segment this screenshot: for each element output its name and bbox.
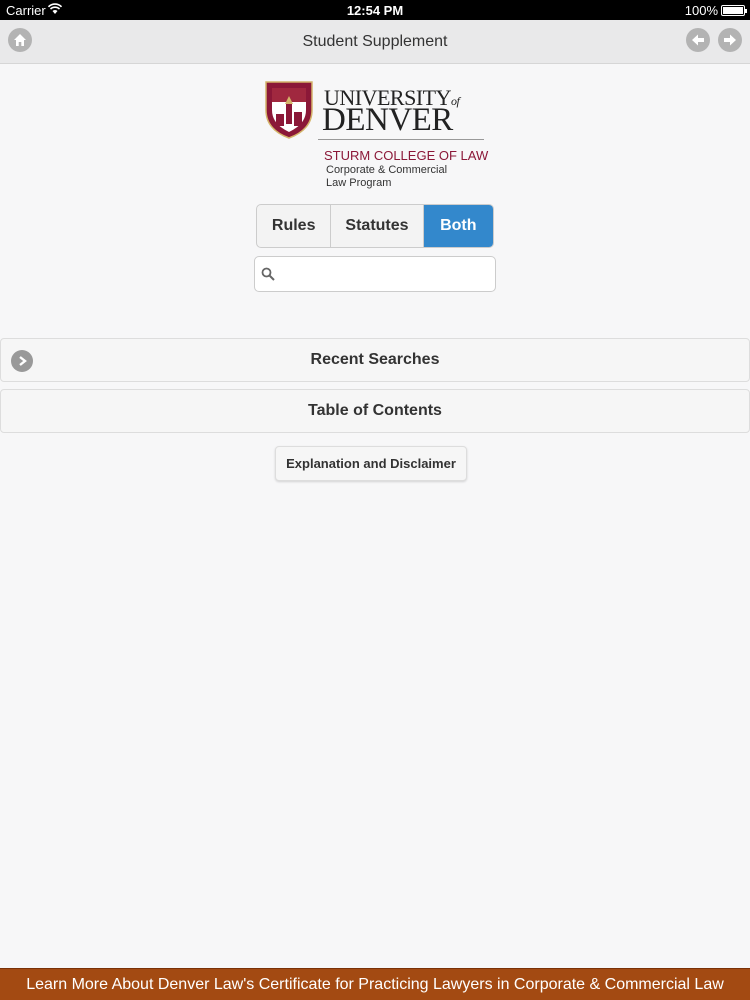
filter-statutes-button[interactable]: Statutes <box>331 205 424 247</box>
status-bar: Carrier 12:54 PM 100% <box>0 0 750 20</box>
search-box[interactable] <box>254 256 496 292</box>
recent-searches-label: Recent Searches <box>310 351 440 368</box>
logo-college-text: STURM COLLEGE OF LAW <box>324 148 489 163</box>
arrow-left-icon <box>692 34 704 46</box>
forward-button[interactable] <box>718 28 742 52</box>
battery-icon <box>721 5 747 16</box>
status-time: 12:54 PM <box>346 3 404 18</box>
search-input[interactable] <box>281 261 491 287</box>
university-logo: UNIVERSITYof DENVER STURM COLLEGE OF LAW… <box>262 80 492 192</box>
header-bar: Student Supplement <box>0 20 750 64</box>
filter-rules-button[interactable]: Rules <box>257 205 332 247</box>
battery-percent: 100% <box>684 3 718 18</box>
logo-divider <box>318 139 484 140</box>
disclaimer-button[interactable]: Explanation and Disclaimer <box>275 446 467 481</box>
chevron-right-icon <box>11 350 33 372</box>
search-icon <box>261 267 275 281</box>
table-of-contents-label: Table of Contents <box>308 402 442 419</box>
page-title: Student Supplement <box>302 33 448 50</box>
logo-denver-text: DENVER <box>322 102 453 138</box>
shield-logo-icon <box>265 81 313 139</box>
table-of-contents-button[interactable]: Table of Contents <box>0 389 750 433</box>
back-button[interactable] <box>686 28 710 52</box>
arrow-right-icon <box>724 34 736 46</box>
promo-banner[interactable]: Learn More About Denver Law's Certificat… <box>0 968 750 1000</box>
recent-searches-header[interactable]: Recent Searches <box>0 338 750 382</box>
logo-program-text: Corporate & Commercial Law Program <box>326 164 448 189</box>
source-filter-control: Rules Statutes Both <box>256 204 494 248</box>
filter-both-button[interactable]: Both <box>423 205 493 247</box>
